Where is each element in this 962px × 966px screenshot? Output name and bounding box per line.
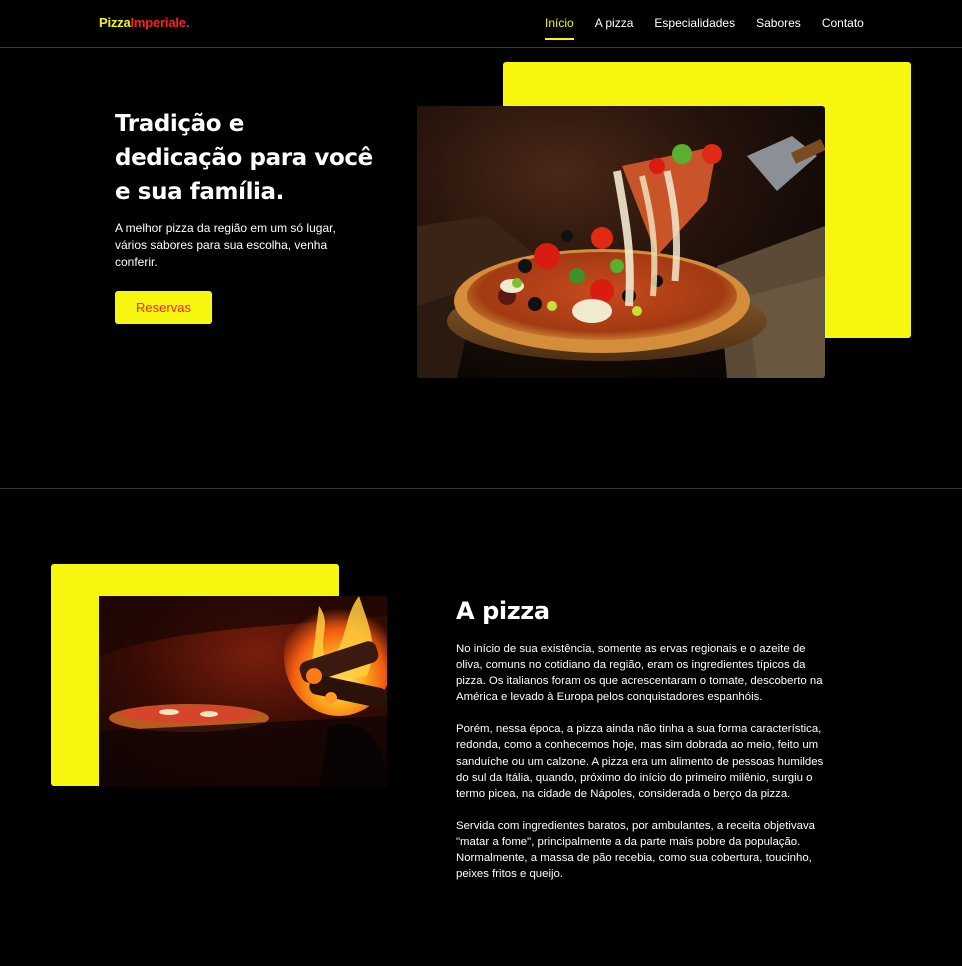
about-paragraph-1: No início de sua existência, somente as … xyxy=(456,643,823,704)
nav-item-inicio[interactable]: Início xyxy=(545,16,574,40)
about-paragraph-2: Porém, nessa época, a pizza ainda não ti… xyxy=(456,723,824,800)
nav-item-especialidades[interactable]: Especialidades xyxy=(654,16,735,40)
about-body: No início de sua existência, somente as … xyxy=(456,641,832,898)
brand-part-dot: . xyxy=(185,15,190,30)
brand-logo[interactable]: PizzaImperiale. xyxy=(99,15,189,30)
about-paragraph-3: Servida com ingredientes baratos, por am… xyxy=(456,819,816,881)
hero-subtitle: A melhor pizza da região em um só lugar,… xyxy=(115,221,336,269)
wood-oven-image xyxy=(99,596,387,787)
hero-pizza-image xyxy=(417,106,825,378)
nav-item-sabores[interactable]: Sabores xyxy=(756,16,801,40)
reservas-button[interactable]: Reservas xyxy=(115,291,212,324)
section-divider xyxy=(0,488,962,489)
brand-part-pizza: Pizza xyxy=(99,15,131,30)
main-nav: Início A pizza Especialidades Sabores Co… xyxy=(545,16,864,40)
nav-item-a-pizza[interactable]: A pizza xyxy=(595,16,634,40)
brand-part-imperiale: Imperiale xyxy=(130,15,186,30)
site-header: PizzaImperiale. Início A pizza Especiali… xyxy=(0,0,962,48)
hero-title: Tradição e dedicação para você e sua fam… xyxy=(115,111,373,205)
about-title: A pizza xyxy=(456,597,550,625)
nav-item-contato[interactable]: Contato xyxy=(822,16,864,40)
